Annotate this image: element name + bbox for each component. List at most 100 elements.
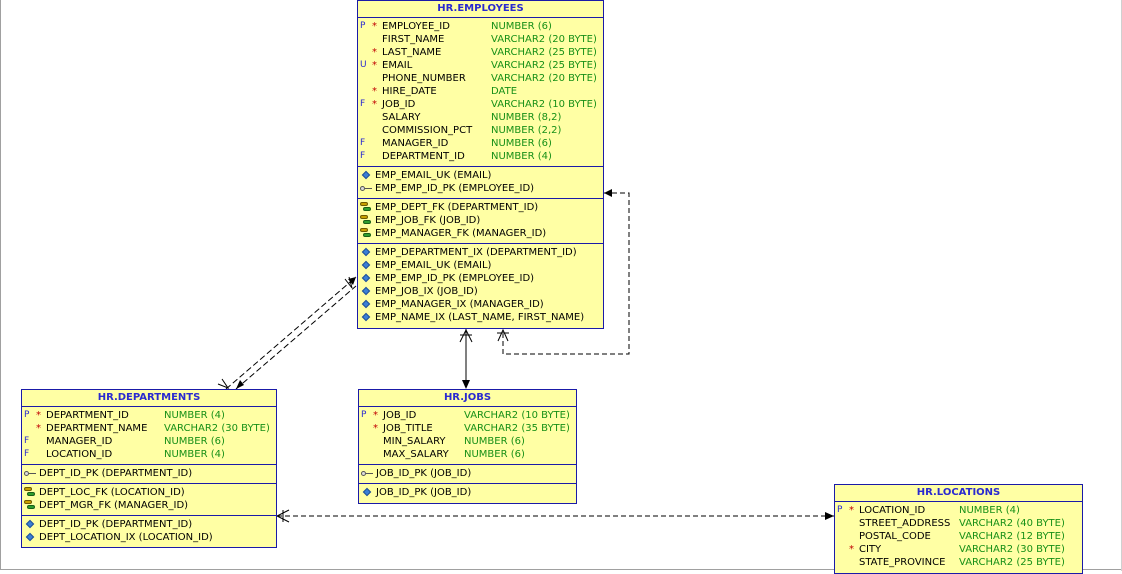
index-icon xyxy=(361,247,371,257)
column-row[interactable]: STATE_PROVINCE VARCHAR2 (25 BYTE) xyxy=(835,556,1082,569)
column-row[interactable]: P * EMPLOYEE_ID NUMBER (6) xyxy=(358,20,603,33)
constraint-row[interactable]: EMP_EMAIL_UK (EMAIL) xyxy=(358,169,603,182)
column-row[interactable]: MAX_SALARY NUMBER (6) xyxy=(359,448,576,461)
constraint-row[interactable]: DEPT_LOC_FK (LOCATION_ID) xyxy=(22,486,276,499)
column-name: EMPLOYEE_ID xyxy=(382,21,450,32)
constraint-row[interactable]: JOB_ID_PK (JOB_ID) xyxy=(359,486,576,499)
column-name: DEPARTMENT_ID xyxy=(46,410,129,421)
foreign-key-icon xyxy=(360,202,372,213)
column-row[interactable]: FIRST_NAME VARCHAR2 (20 BYTE) xyxy=(358,33,603,46)
column-row[interactable]: P * JOB_ID VARCHAR2 (10 BYTE) xyxy=(359,409,576,422)
column-mandatory-flag: * xyxy=(36,423,41,434)
table-locations[interactable]: HR.LOCATIONS P * LOCATION_ID NUMBER (4) STRE… xyxy=(834,484,1083,574)
constraint-label: EMP_EMP_ID_PK (EMPLOYEE_ID) xyxy=(375,183,535,194)
constraint-label: DEPT_LOC_FK (LOCATION_ID) xyxy=(39,487,185,498)
indexes-section: DEPT_ID_PK (DEPARTMENT_ID) DEPT_LOCATION_… xyxy=(22,516,276,547)
column-key-flag: F xyxy=(360,99,366,109)
constraint-label: DEPT_ID_PK (DEPARTMENT_ID) xyxy=(39,519,193,530)
column-row[interactable]: F * JOB_ID VARCHAR2 (10 BYTE) xyxy=(358,98,603,111)
constraint-label: EMP_EMP_ID_PK (EMPLOYEE_ID) xyxy=(375,273,535,284)
column-row[interactable]: SALARY NUMBER (8,2) xyxy=(358,111,603,124)
column-row[interactable]: U * EMAIL VARCHAR2 (25 BYTE) xyxy=(358,59,603,72)
rel-dept-emp-1 xyxy=(225,276,357,390)
table-title[interactable]: HR.EMPLOYEES xyxy=(358,1,603,18)
column-row[interactable]: P * DEPARTMENT_ID NUMBER (4) xyxy=(22,409,276,422)
foreign-keys-section: EMP_DEPT_FK (DEPARTMENT_ID) EMP_JOB_FK (J… xyxy=(358,199,603,244)
constraint-row[interactable]: EMP_DEPARTMENT_IX (DEPARTMENT_ID) xyxy=(358,246,603,259)
column-mandatory-flag: * xyxy=(372,21,377,32)
constraint-row[interactable]: DEPT_ID_PK (DEPARTMENT_ID) xyxy=(22,518,276,531)
index-icon xyxy=(25,519,35,529)
table-title[interactable]: HR.LOCATIONS xyxy=(835,485,1082,502)
constraint-row[interactable]: DEPT_ID_PK (DEPARTMENT_ID) xyxy=(22,467,276,480)
table-title[interactable]: HR.JOBS xyxy=(359,390,576,407)
column-row[interactable]: F LOCATION_ID NUMBER (4) xyxy=(22,448,276,461)
column-type: NUMBER (6) xyxy=(464,436,525,447)
column-row[interactable]: * JOB_TITLE VARCHAR2 (35 BYTE) xyxy=(359,422,576,435)
column-row[interactable]: F MANAGER_ID NUMBER (6) xyxy=(358,137,603,150)
constraint-label: DEPT_LOCATION_IX (LOCATION_ID) xyxy=(39,532,213,543)
constraint-row[interactable]: EMP_MANAGER_IX (MANAGER_ID) xyxy=(358,298,603,311)
column-row[interactable]: * HIRE_DATE DATE xyxy=(358,85,603,98)
column-row[interactable]: MIN_SALARY NUMBER (6) xyxy=(359,435,576,448)
constraint-row[interactable]: DEPT_MGR_FK (MANAGER_ID) xyxy=(22,499,276,512)
column-name: HIRE_DATE xyxy=(382,86,437,97)
rel-dept-emp-2 xyxy=(235,285,357,390)
column-type: VARCHAR2 (10 BYTE) xyxy=(464,410,570,421)
column-type: VARCHAR2 (20 BYTE) xyxy=(491,34,597,45)
constraint-row[interactable]: EMP_NAME_IX (LAST_NAME, FIRST_NAME) xyxy=(358,311,603,324)
table-departments[interactable]: HR.DEPARTMENTS P * DEPARTMENT_ID NUMBER (4)… xyxy=(21,389,277,548)
constraint-label: JOB_ID_PK (JOB_ID) xyxy=(376,487,472,498)
constraint-row[interactable]: EMP_EMP_ID_PK (EMPLOYEE_ID) xyxy=(358,182,603,195)
rel-dept-loc-arrow xyxy=(825,512,834,520)
unique-keys-section: EMP_EMAIL_UK (EMAIL) EMP_EMP_ID_PK (EMPLO… xyxy=(358,167,603,199)
table-title[interactable]: HR.DEPARTMENTS xyxy=(22,390,276,407)
column-key-flag: P xyxy=(837,505,843,515)
column-name: CITY xyxy=(859,544,882,555)
constraint-row[interactable]: EMP_DEPT_FK (DEPARTMENT_ID) xyxy=(358,201,603,214)
constraint-row[interactable]: EMP_EMAIL_UK (EMAIL) xyxy=(358,259,603,272)
column-row[interactable]: PHONE_NUMBER VARCHAR2 (20 BYTE) xyxy=(358,72,603,85)
column-row[interactable]: POSTAL_CODE VARCHAR2 (12 BYTE) xyxy=(835,530,1082,543)
columns-section: P * LOCATION_ID NUMBER (4) STREET_ADDRESS VAR… xyxy=(835,502,1082,572)
constraint-label: JOB_ID_PK (JOB_ID) xyxy=(376,468,472,479)
column-mandatory-flag: * xyxy=(849,544,854,555)
constraint-row[interactable]: EMP_JOB_IX (JOB_ID) xyxy=(358,285,603,298)
index-icon xyxy=(361,260,371,270)
column-row[interactable]: * CITY VARCHAR2 (30 BYTE) xyxy=(835,543,1082,556)
column-key-flag: F xyxy=(24,436,30,446)
column-row[interactable]: STREET_ADDRESS VARCHAR2 (40 BYTE) xyxy=(835,517,1082,530)
column-type: VARCHAR2 (10 BYTE) xyxy=(491,99,597,110)
column-row[interactable]: F MANAGER_ID NUMBER (6) xyxy=(22,435,276,448)
table-jobs[interactable]: HR.JOBS P * JOB_ID VARCHAR2 (10 BYTE) * JOB_T… xyxy=(358,389,577,504)
index-icon xyxy=(361,286,371,296)
column-row[interactable]: F DEPARTMENT_ID NUMBER (4) xyxy=(358,150,603,163)
column-name: MANAGER_ID xyxy=(46,436,113,447)
columns-section: P * DEPARTMENT_ID NUMBER (4) * DEPARTMENT_NAM… xyxy=(22,407,276,465)
column-type: NUMBER (4) xyxy=(959,505,1020,516)
primary-key-icon xyxy=(360,186,372,191)
constraint-row[interactable]: EMP_MANAGER_FK (MANAGER_ID) xyxy=(358,227,603,240)
table-employees[interactable]: HR.EMPLOYEES P * EMPLOYEE_ID NUMBER (6) FIRS… xyxy=(357,0,604,329)
constraint-row[interactable]: EMP_EMP_ID_PK (EMPLOYEE_ID) xyxy=(358,272,603,285)
foreign-key-icon xyxy=(360,215,372,226)
indexes-section: JOB_ID_PK (JOB_ID) xyxy=(359,484,576,502)
column-name: LOCATION_ID xyxy=(859,505,926,516)
column-name: MANAGER_ID xyxy=(382,138,449,149)
column-row[interactable]: COMMISSION_PCT NUMBER (2,2) xyxy=(358,124,603,137)
constraint-row[interactable]: EMP_JOB_FK (JOB_ID) xyxy=(358,214,603,227)
constraint-row[interactable]: DEPT_LOCATION_IX (LOCATION_ID) xyxy=(22,531,276,544)
constraint-row[interactable]: JOB_ID_PK (JOB_ID) xyxy=(359,467,576,480)
unique-keys-section: JOB_ID_PK (JOB_ID) xyxy=(359,465,576,484)
column-name: LOCATION_ID xyxy=(46,449,113,460)
column-type: NUMBER (6) xyxy=(491,21,552,32)
column-key-flag: P xyxy=(360,21,366,31)
column-row[interactable]: * LAST_NAME VARCHAR2 (25 BYTE) xyxy=(358,46,603,59)
column-key-flag: P xyxy=(361,410,367,420)
primary-key-icon xyxy=(24,471,36,476)
column-name: SALARY xyxy=(382,112,421,123)
foreign-keys-section: DEPT_LOC_FK (LOCATION_ID) DEPT_MGR_FK (MA… xyxy=(22,484,276,516)
column-row[interactable]: P * LOCATION_ID NUMBER (4) xyxy=(835,504,1082,517)
column-row[interactable]: * DEPARTMENT_NAME VARCHAR2 (30 BYTE) xyxy=(22,422,276,435)
foreign-key-icon xyxy=(24,500,36,511)
